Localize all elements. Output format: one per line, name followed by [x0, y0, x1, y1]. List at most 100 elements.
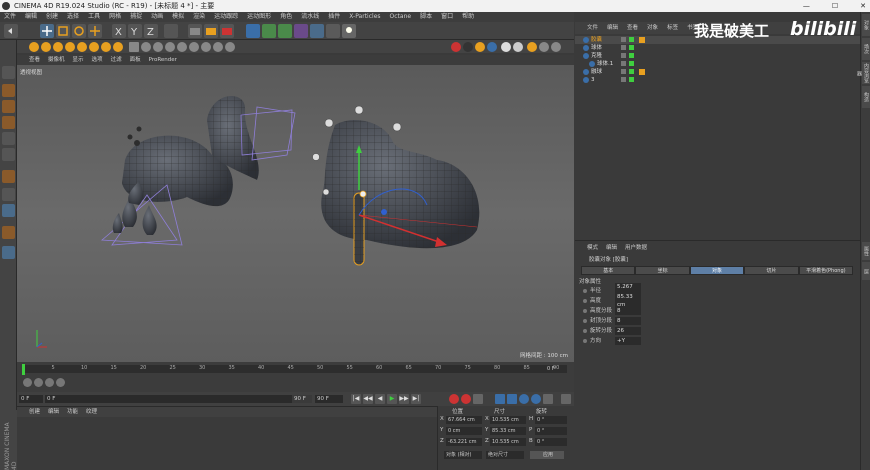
menu-item[interactable]: 角色	[280, 12, 292, 22]
menu-item[interactable]: 文件	[4, 12, 16, 22]
keyframe-icon[interactable]	[56, 378, 65, 387]
size-field[interactable]: 10.535 cm	[490, 438, 526, 446]
tool-icon[interactable]	[113, 42, 123, 52]
minimize-button[interactable]: —	[803, 0, 810, 12]
tool-icon[interactable]	[53, 42, 63, 52]
goto-start-button[interactable]: |◀	[351, 394, 361, 404]
autokey-button[interactable]	[461, 394, 471, 404]
attribute-menu-item[interactable]: 编辑	[606, 243, 617, 251]
tool-icon[interactable]	[451, 42, 461, 52]
tool-icon[interactable]	[29, 42, 39, 52]
object-manager-menu-item[interactable]: 文件	[587, 22, 598, 34]
side-tab-lower[interactable]: 属性	[862, 242, 870, 260]
check-icon[interactable]	[629, 53, 634, 58]
scale-tool-icon[interactable]	[56, 24, 70, 38]
points-mode-icon[interactable]	[2, 132, 15, 145]
tool-icon[interactable]	[513, 42, 523, 52]
menu-item[interactable]: 创建	[46, 12, 58, 22]
start-frame-field[interactable]: 0 F	[19, 395, 43, 403]
tool-icon[interactable]	[539, 42, 549, 52]
visibility-icon[interactable]	[621, 69, 626, 74]
attribute-value-field[interactable]: 8	[615, 317, 641, 325]
current-frame-marker[interactable]	[22, 364, 25, 375]
menu-item[interactable]: 窗口	[441, 12, 453, 22]
keyframe-selection-button[interactable]	[473, 394, 483, 404]
tag-icon[interactable]	[639, 69, 645, 75]
maximize-button[interactable]: ☐	[832, 0, 838, 12]
menu-item[interactable]: 运动跟踪	[214, 12, 238, 22]
timeline-ruler[interactable]: 051015202530354045505560657075808590	[22, 365, 567, 373]
menu-item[interactable]: 动画	[151, 12, 163, 22]
position-field[interactable]: 67.664 cm	[446, 416, 482, 424]
scene-icon[interactable]	[310, 24, 324, 38]
side-tab[interactable]: 构造	[862, 86, 870, 108]
material-menu-item[interactable]: 纹理	[86, 407, 97, 417]
animation-dot-icon[interactable]	[583, 319, 587, 323]
viewport-menu-item[interactable]: 选项	[92, 55, 103, 65]
axis-x-icon[interactable]: X	[112, 24, 126, 38]
animation-dot-icon[interactable]	[583, 329, 587, 333]
keyframe-icon[interactable]	[45, 378, 54, 387]
object-row[interactable]: 3	[575, 76, 860, 84]
menu-item[interactable]: 编辑	[25, 12, 37, 22]
animation-dot-icon[interactable]	[583, 289, 587, 293]
keyframe-icon[interactable]	[34, 378, 43, 387]
material-menu-item[interactable]: 功能	[67, 407, 78, 417]
tool-icon[interactable]	[65, 42, 75, 52]
viewport-menu-item[interactable]: 摄像机	[48, 55, 65, 65]
viewport-menu-item[interactable]: ProRender	[149, 55, 177, 65]
key-parameter-button[interactable]	[531, 394, 541, 404]
animation-dot-icon[interactable]	[583, 309, 587, 313]
tool-icon[interactable]	[225, 42, 235, 52]
viewport-menu-item[interactable]: 查看	[29, 55, 40, 65]
tool-icon[interactable]	[201, 42, 211, 52]
rotation-field[interactable]: 0 °	[535, 438, 567, 446]
perspective-viewport[interactable]: 透视视图 网格间距: 100 cm	[17, 65, 574, 362]
object-row[interactable]: 球体	[575, 44, 860, 52]
visibility-icon[interactable]	[621, 45, 626, 50]
rotation-field[interactable]: 0 °	[535, 427, 567, 435]
tool-icon[interactable]	[213, 42, 223, 52]
side-tab-lower[interactable]: 层	[862, 262, 870, 280]
tool-icon[interactable]	[551, 42, 561, 52]
axis-z-icon[interactable]: Z	[144, 24, 158, 38]
rotation-field[interactable]: 0 °	[535, 416, 567, 424]
animation-dot-icon[interactable]	[583, 299, 587, 303]
tag-icon[interactable]	[639, 37, 645, 43]
size-field[interactable]: 85.33 cm	[490, 427, 526, 435]
texture-mode-icon[interactable]	[2, 100, 15, 113]
object-manager-menu-item[interactable]: 标签	[667, 22, 678, 34]
timeline-window-button[interactable]	[561, 394, 571, 404]
workplane-icon[interactable]	[2, 116, 15, 129]
side-tab[interactable]: 对象	[862, 14, 870, 36]
menu-item[interactable]: 渲染	[193, 12, 205, 22]
attribute-value-field[interactable]: +Y	[615, 337, 641, 345]
play-button[interactable]: ▶	[387, 394, 397, 404]
viewport-menu-item[interactable]: 面板	[130, 55, 141, 65]
position-field[interactable]: 0 cm	[446, 427, 482, 435]
object-row[interactable]: 球体.1	[575, 60, 860, 68]
end-frame-field[interactable]: 90 F	[292, 395, 312, 403]
attribute-value-field[interactable]: 8	[615, 307, 641, 315]
tool-icon[interactable]	[89, 42, 99, 52]
generator-icon[interactable]	[262, 24, 276, 38]
quantize-icon[interactable]	[2, 226, 15, 239]
tool-icon[interactable]	[153, 42, 163, 52]
menu-item[interactable]: 运动图形	[247, 12, 271, 22]
record-button[interactable]	[449, 394, 459, 404]
menu-item[interactable]: X-Particles	[349, 12, 380, 22]
close-button[interactable]: ✕	[860, 0, 866, 12]
key-pla-button[interactable]	[543, 394, 553, 404]
visibility-icon[interactable]	[621, 53, 626, 58]
menu-item[interactable]: 工具	[88, 12, 100, 22]
tool-icon[interactable]	[101, 42, 111, 52]
visibility-icon[interactable]	[621, 77, 626, 82]
menu-item[interactable]: 模拟	[172, 12, 184, 22]
check-icon[interactable]	[629, 69, 634, 74]
animation-dot-icon[interactable]	[583, 339, 587, 343]
rotate-tool-icon[interactable]	[72, 24, 86, 38]
tool-icon[interactable]	[77, 42, 87, 52]
cube-icon[interactable]	[246, 24, 260, 38]
position-field[interactable]: -63.221 cm	[446, 438, 482, 446]
attribute-menu-item[interactable]: 用户数据	[625, 243, 647, 251]
